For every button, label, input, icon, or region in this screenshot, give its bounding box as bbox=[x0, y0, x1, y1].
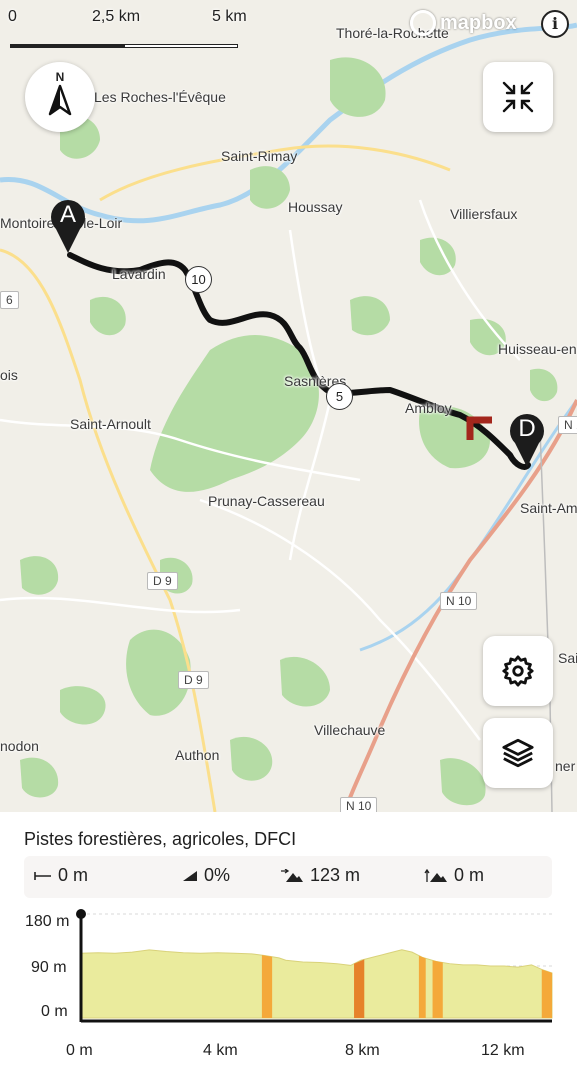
scale-bar: 0 2,5 km 5 km bbox=[8, 8, 248, 48]
fit-route-button[interactable] bbox=[483, 62, 553, 132]
place-label: Villiersfaux bbox=[450, 206, 518, 222]
scale-label: 0 bbox=[8, 8, 17, 25]
compass-button[interactable]: N bbox=[25, 62, 95, 132]
minor-roads bbox=[0, 199, 521, 741]
elevation-chart[interactable]: 180 m 90 m 0 m 0 m 4 km 8 km 12 km bbox=[0, 900, 577, 1080]
elevation-area bbox=[80, 949, 553, 1019]
x-tick-label: 4 km bbox=[203, 1042, 238, 1059]
road-shield: N 10 bbox=[440, 592, 478, 610]
mapbox-wordmark: mapbox bbox=[440, 11, 517, 34]
surface-type-title: Pistes forestières, agricoles, DFCI bbox=[24, 829, 297, 849]
x-tick-label: 8 km bbox=[345, 1042, 380, 1059]
km-marker: 5 bbox=[326, 383, 353, 410]
scale-label: 2,5 km bbox=[92, 8, 141, 25]
stats-bar: 0 m 0% 123 m 0 m bbox=[24, 856, 552, 898]
route-info-panel: Pistes forestières, agricoles, DFCI 0 m … bbox=[0, 812, 577, 1080]
ascent-icon bbox=[424, 868, 447, 882]
ascent-value: 0 m bbox=[454, 865, 485, 885]
start-marker[interactable]: A bbox=[50, 196, 86, 254]
cursor-dot bbox=[76, 909, 86, 919]
mapbox-icon bbox=[410, 10, 436, 36]
slope-icon bbox=[183, 870, 197, 881]
scale-line bbox=[10, 44, 238, 48]
settings-button[interactable] bbox=[483, 636, 553, 706]
compass-arrow-icon bbox=[48, 84, 72, 116]
descent-icon bbox=[281, 868, 303, 882]
ascent-stat: 0 m bbox=[424, 865, 484, 886]
info-button[interactable]: i bbox=[541, 10, 569, 38]
map-view[interactable]: Thoré-la-Rochette Les Roches-l'Évêque Sa… bbox=[0, 0, 577, 812]
mapbox-logo[interactable]: mapbox bbox=[410, 10, 517, 36]
place-label: Saint-Rimay bbox=[221, 148, 298, 164]
road-shield: N 10 bbox=[340, 797, 378, 812]
place-label: Saint-Am bbox=[520, 500, 577, 516]
slope-highlight bbox=[541, 969, 552, 1018]
place-label: Lavardin bbox=[112, 266, 166, 282]
road-shield: 6 bbox=[0, 291, 19, 309]
place-label: Les Roches-l'Évêque bbox=[94, 89, 226, 105]
descent-value: 123 m bbox=[310, 865, 361, 885]
place-label: Saint-Arnoult bbox=[70, 416, 151, 432]
scale-label: 5 km bbox=[212, 8, 247, 25]
place-label: Authon bbox=[175, 747, 220, 763]
elevation-plot[interactable] bbox=[0, 900, 577, 1040]
end-marker[interactable]: D bbox=[509, 410, 545, 468]
place-label: Houssay bbox=[288, 199, 343, 215]
place-label: Prunay-Cassereau bbox=[208, 493, 325, 509]
gear-icon bbox=[502, 655, 534, 687]
place-label: Sai bbox=[558, 650, 577, 666]
slope-stat: 0% bbox=[182, 865, 230, 886]
road-shield: D 9 bbox=[178, 671, 209, 689]
slope-highlight bbox=[432, 960, 443, 1018]
place-label: nodon bbox=[0, 738, 39, 754]
start-marker-label: A bbox=[59, 201, 76, 228]
distance-stat: 0 m bbox=[34, 865, 88, 886]
place-label: Villechauve bbox=[314, 722, 386, 738]
slope-highlight bbox=[418, 955, 426, 1018]
distance-icon bbox=[34, 871, 51, 880]
end-marker-label: D bbox=[518, 415, 536, 442]
layers-icon bbox=[502, 738, 534, 768]
place-label: ner bbox=[555, 758, 576, 774]
place-label: Huisseau-en bbox=[498, 341, 577, 357]
place-label: ois bbox=[0, 367, 18, 383]
x-tick-label: 0 m bbox=[66, 1042, 93, 1059]
road-shield: D 9 bbox=[147, 572, 178, 590]
layers-button[interactable] bbox=[483, 718, 553, 788]
road-shield: N 10 bbox=[558, 416, 577, 434]
slope-highlight bbox=[261, 955, 273, 1018]
slope-highlight bbox=[354, 959, 365, 1018]
distance-value: 0 m bbox=[58, 865, 89, 885]
x-tick-label: 12 km bbox=[481, 1042, 525, 1059]
km-marker: 10 bbox=[185, 266, 212, 293]
place-label: Ambloy bbox=[405, 400, 452, 416]
descent-stat: 123 m bbox=[280, 865, 360, 886]
slope-value: 0% bbox=[204, 865, 231, 885]
collapse-arrows-icon bbox=[502, 81, 534, 113]
